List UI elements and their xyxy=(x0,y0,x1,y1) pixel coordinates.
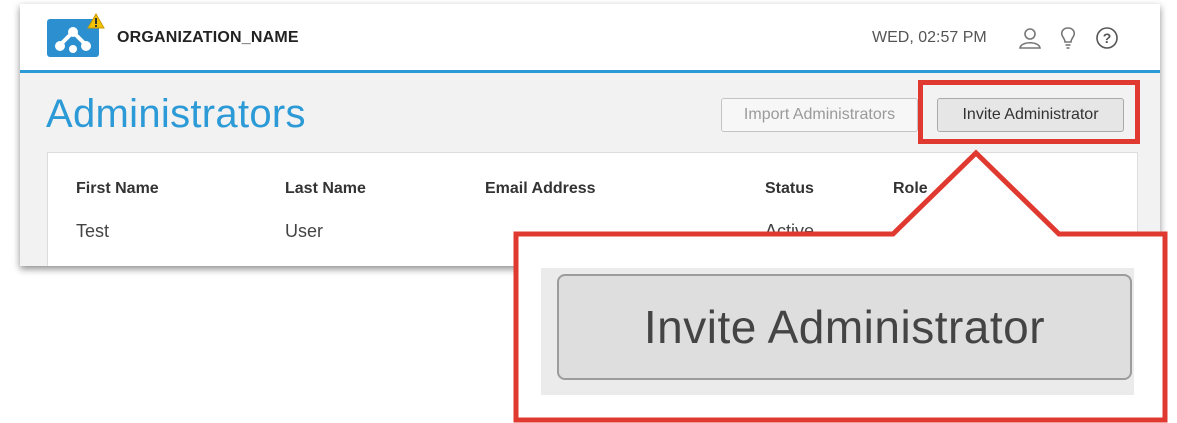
zoomed-invite-administrator-button: Invite Administrator xyxy=(557,274,1132,380)
